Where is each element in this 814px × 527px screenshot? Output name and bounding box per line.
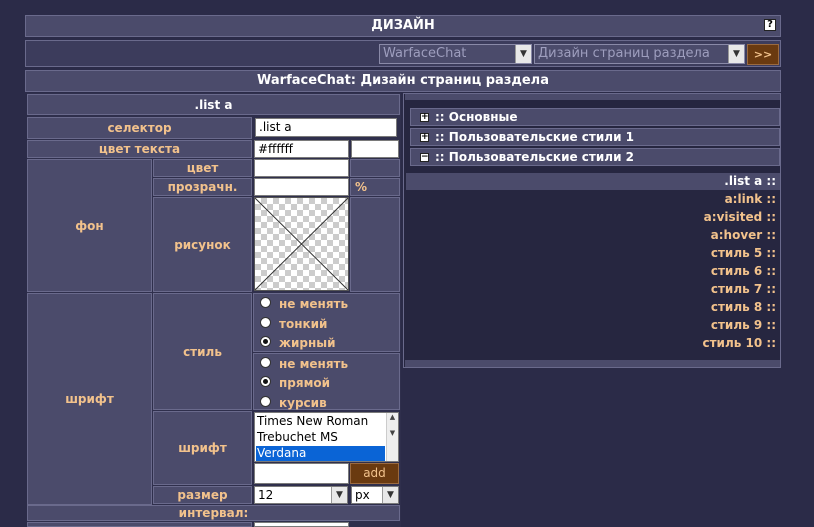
style-item[interactable]: стиль 8 :: (711, 300, 776, 314)
help-icon[interactable]: ? (764, 19, 776, 31)
unit-value: px (355, 488, 370, 502)
chat-select[interactable]: WarfaceChat ▼ (379, 44, 532, 64)
selector-title: .list a (27, 94, 400, 115)
italic-option-label: прямой (279, 376, 331, 390)
tree-node-basic[interactable]: + :: Основные (410, 108, 780, 126)
styles-panel-bottom-strip (405, 360, 780, 367)
font-family-label: шрифт (153, 411, 252, 485)
interval-row (27, 522, 252, 527)
tree-node-user-styles-1[interactable]: + :: Пользовательские стили 1 (410, 128, 780, 146)
style-label: стиль (153, 293, 252, 410)
italic-radio-0[interactable] (260, 357, 271, 368)
bg-color-swatch-cell (350, 159, 400, 177)
selector-label: селектор (27, 117, 252, 139)
weight-option-label: тонкий (279, 317, 328, 331)
weight-radio-0[interactable] (260, 297, 271, 308)
style-item[interactable]: стиль 10 :: (702, 336, 776, 350)
section-subtitle: WarfaceChat: Дизайн страниц раздела (25, 70, 781, 92)
style-item[interactable]: стиль 9 :: (711, 318, 776, 332)
chevron-down-icon: ▼ (728, 45, 744, 63)
interval-label: интервал: (27, 505, 400, 521)
text-color-swatch[interactable] (351, 140, 399, 158)
chevron-down-icon: ▼ (382, 487, 398, 503)
collapse-minus-icon[interactable]: − (420, 152, 429, 162)
bg-opacity-label: прозрачн. (153, 178, 252, 196)
style-item[interactable]: стиль 7 :: (711, 282, 776, 296)
font-option[interactable]: Times New Roman (257, 414, 368, 430)
bg-opacity-input[interactable] (254, 178, 349, 196)
font-option-selected[interactable]: Verdana (256, 446, 385, 461)
text-color-input[interactable]: #ffffff (254, 140, 349, 158)
font-option[interactable]: Trebuchet MS (257, 430, 338, 446)
chat-select-value: WarfaceChat (383, 46, 467, 61)
new-font-input[interactable] (254, 463, 349, 484)
page-title: ДИЗАЙН (371, 18, 435, 33)
style-item[interactable]: a:visited :: (704, 210, 776, 224)
tree-node-label: :: Пользовательские стили 1 (435, 130, 635, 144)
unit-select[interactable]: px ▼ (351, 486, 399, 504)
interval-input[interactable] (254, 522, 349, 527)
chevron-down-icon: ▼ (331, 487, 347, 503)
weight-radio-2[interactable] (260, 336, 271, 347)
section-subtitle-text: WarfaceChat: Дизайн страниц раздела (257, 73, 549, 88)
font-label: шрифт (27, 293, 152, 505)
style-item[interactable]: a:hover :: (711, 228, 776, 242)
bg-image-side (350, 197, 400, 292)
weight-radio-1[interactable] (260, 317, 271, 328)
bg-image-preview[interactable] (254, 197, 349, 291)
italic-option-label: не менять (279, 357, 349, 371)
size-select[interactable]: 12 ▼ (254, 486, 348, 504)
chevron-down-icon: ▼ (515, 45, 531, 63)
text-color-label: цвет текста (27, 140, 252, 158)
style-item[interactable]: стиль 5 :: (711, 246, 776, 260)
tree-node-user-styles-2[interactable]: − :: Пользовательские стили 2 (410, 148, 780, 166)
selector-input[interactable]: .list a (255, 118, 397, 137)
expand-plus-icon[interactable]: + (420, 132, 429, 142)
tree-node-label: :: Пользовательские стили 2 (435, 150, 635, 164)
size-value: 12 (258, 488, 274, 502)
bg-color-label: цвет (153, 159, 252, 177)
italic-radio-2[interactable] (260, 396, 271, 407)
add-font-button[interactable]: add (350, 463, 399, 484)
italic-option-label: курсив (279, 396, 327, 410)
style-item-selected[interactable]: .list a :: (724, 174, 776, 188)
no-image-icon (255, 198, 348, 290)
background-label: фон (27, 159, 152, 292)
percent-label: % (350, 178, 400, 196)
styles-panel-top-strip (405, 94, 780, 100)
style-item[interactable]: стиль 6 :: (711, 264, 776, 278)
bg-color-input[interactable] (254, 159, 349, 177)
font-listbox[interactable]: Times New Roman Trebuchet MS Verdana ▲ ▼ (254, 412, 399, 462)
size-label: размер (153, 486, 252, 504)
go-button[interactable]: >> (747, 44, 779, 65)
style-item[interactable]: a:link :: (725, 192, 776, 206)
expand-plus-icon[interactable]: + (420, 112, 429, 122)
weight-option-label: жирный (279, 336, 336, 350)
italic-radio-1[interactable] (260, 376, 271, 387)
section-select-value: Дизайн страниц раздела (538, 46, 710, 61)
section-select[interactable]: Дизайн страниц раздела ▼ (534, 44, 745, 64)
page-title-bar: ДИЗАЙН (25, 15, 781, 37)
weight-option-label: не менять (279, 297, 349, 311)
bg-image-label: рисунок (153, 197, 252, 292)
tree-node-label: :: Основные (435, 110, 518, 124)
listbox-scrollbar[interactable]: ▲ ▼ (386, 413, 398, 461)
